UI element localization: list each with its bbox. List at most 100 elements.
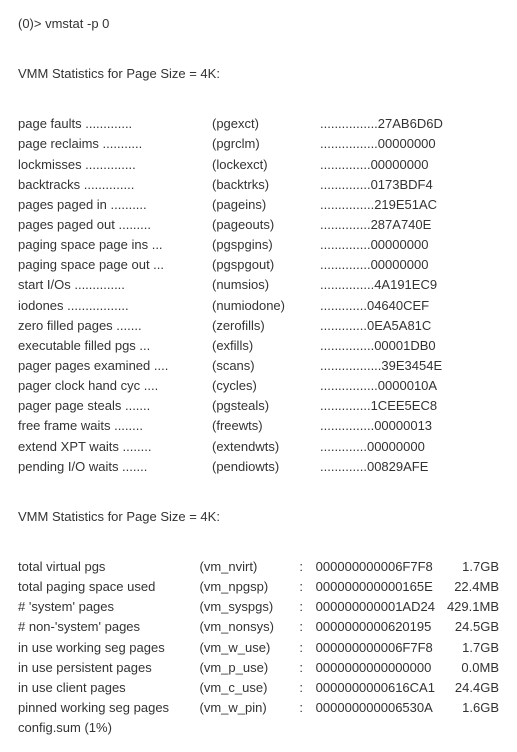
stat-shortname: (pageouts) <box>212 215 320 235</box>
stat-row: in use persistent pages(vm_p_use):000000… <box>18 658 499 678</box>
section-header-1: VMM Statistics for Page Size = 4K: <box>18 64 499 84</box>
stat-label: backtracks .............. <box>18 175 212 195</box>
stat-value: 0000010A <box>378 376 437 396</box>
stat-row: in use working seg pages(vm_w_use):00000… <box>18 638 499 658</box>
stat-value: 00001DB0 <box>374 336 435 356</box>
stat-label: total virtual pgs <box>18 557 200 577</box>
stat-row: start I/Os ..............(numsios)......… <box>18 275 499 295</box>
stat-label: in use persistent pages <box>18 658 200 678</box>
stat-shortname: (vm_p_use) <box>200 658 300 678</box>
stat-hex: 000000000006530A <box>316 698 443 718</box>
stat-shortname: (vm_syspgs) <box>200 597 300 617</box>
stat-row: paging space page ins ...(pgspgins).....… <box>18 235 499 255</box>
stat-dots: ................ <box>320 376 378 396</box>
stat-label: pages paged out ......... <box>18 215 212 235</box>
stat-row: total virtual pgs(vm_nvirt):000000000006… <box>18 557 499 577</box>
stat-colon: : <box>299 617 315 637</box>
spacer <box>18 537 499 557</box>
stat-value: 00000013 <box>374 416 432 436</box>
stat-size: 1.7GB <box>443 557 499 577</box>
stat-shortname: (vm_nonsys) <box>200 617 300 637</box>
footer-line: config.sum (1%) <box>18 718 499 738</box>
stat-size: 1.6GB <box>443 698 499 718</box>
stat-row: in use client pages(vm_c_use):0000000000… <box>18 678 499 698</box>
stat-shortname: (scans) <box>212 356 320 376</box>
stat-dots: ................. <box>320 356 381 376</box>
stat-row: iodones .................(numiodone)....… <box>18 296 499 316</box>
stat-row: pinned working seg pages(vm_w_pin):00000… <box>18 698 499 718</box>
stat-row: # non-'system' pages(vm_nonsys):00000000… <box>18 617 499 637</box>
stat-row: page faults .............(pgexct).......… <box>18 114 499 134</box>
stat-value: 0173BDF4 <box>371 175 433 195</box>
stat-row: pager page steals .......(pgsteals).....… <box>18 396 499 416</box>
stat-label: zero filled pages ....... <box>18 316 212 336</box>
stat-dots: .............. <box>320 155 371 175</box>
stat-label: page faults ............. <box>18 114 212 134</box>
stat-dots: ............. <box>320 296 367 316</box>
stat-value: 00000000 <box>371 235 429 255</box>
stat-row: pages paged out .........(pageouts).....… <box>18 215 499 235</box>
stat-row: pager pages examined ....(scans)........… <box>18 356 499 376</box>
stat-dots: .............. <box>320 235 371 255</box>
stat-size: 24.5GB <box>443 617 499 637</box>
stat-shortname: (pgrclm) <box>212 134 320 154</box>
stat-row: total paging space used(vm_npgsp):000000… <box>18 577 499 597</box>
stat-dots: .............. <box>320 255 371 275</box>
stat-value: 219E51AC <box>374 195 437 215</box>
stat-hex: 000000000006F7F8 <box>316 638 443 658</box>
stat-size: 22.4MB <box>443 577 499 597</box>
stat-label: pager pages examined .... <box>18 356 212 376</box>
stat-label: pending I/O waits ....... <box>18 457 212 477</box>
stat-shortname: (numsios) <box>212 275 320 295</box>
stat-dots: ............... <box>320 275 374 295</box>
command-prompt: (0)> vmstat -p 0 <box>18 14 499 34</box>
stat-row: pager clock hand cyc ....(cycles).......… <box>18 376 499 396</box>
stat-dots: .............. <box>320 175 371 195</box>
stat-dots: ............. <box>320 316 367 336</box>
section-header-2: VMM Statistics for Page Size = 4K: <box>18 507 499 527</box>
stat-row: executable filled pgs ...(exfills)......… <box>18 336 499 356</box>
stat-label: executable filled pgs ... <box>18 336 212 356</box>
stat-row: # 'system' pages(vm_syspgs):000000000001… <box>18 597 499 617</box>
terminal-output: (0)> vmstat -p 0 VMM Statistics for Page … <box>18 14 499 738</box>
stat-label: iodones ................. <box>18 296 212 316</box>
stat-label: start I/Os .............. <box>18 275 212 295</box>
stat-row: pending I/O waits .......(pendiowts)....… <box>18 457 499 477</box>
stat-shortname: (pgspgout) <box>212 255 320 275</box>
stat-hex: 0000000000000000 <box>316 658 443 678</box>
stat-label: total paging space used <box>18 577 200 597</box>
stat-label: in use client pages <box>18 678 200 698</box>
stat-dots: ............. <box>320 457 367 477</box>
stat-shortname: (pgexct) <box>212 114 320 134</box>
stat-dots: ................ <box>320 134 378 154</box>
stat-label: # 'system' pages <box>18 597 200 617</box>
stat-value: 04640CEF <box>367 296 429 316</box>
stat-value: 00000000 <box>371 255 429 275</box>
stat-dots: .............. <box>320 215 371 235</box>
stat-colon: : <box>299 577 315 597</box>
stat-label: paging space page ins ... <box>18 235 212 255</box>
stat-value: 00829AFE <box>367 457 428 477</box>
stat-hex: 000000000000165E <box>316 577 443 597</box>
stat-value: 0EA5A81C <box>367 316 431 336</box>
stat-row: pages paged in ..........(pageins)......… <box>18 195 499 215</box>
stat-value: 1CEE5EC8 <box>371 396 437 416</box>
stat-hex: 0000000000620195 <box>316 617 443 637</box>
stat-shortname: (extendwts) <box>212 437 320 457</box>
stat-label: lockmisses .............. <box>18 155 212 175</box>
stat-hex: 000000000006F7F8 <box>316 557 443 577</box>
spacer <box>18 477 499 497</box>
stat-colon: : <box>299 658 315 678</box>
stat-value: 00000000 <box>367 437 425 457</box>
stat-label: pager clock hand cyc .... <box>18 376 212 396</box>
stat-row: lockmisses ..............(lockexct).....… <box>18 155 499 175</box>
stat-shortname: (cycles) <box>212 376 320 396</box>
stat-value: 27AB6D6D <box>378 114 443 134</box>
stat-dots: ............. <box>320 437 367 457</box>
stat-value: 39E3454E <box>381 356 442 376</box>
stat-dots: ................ <box>320 114 378 134</box>
stat-label: paging space page out ... <box>18 255 212 275</box>
stat-label: free frame waits ........ <box>18 416 212 436</box>
stat-size: 0.0MB <box>443 658 499 678</box>
spacer <box>18 34 499 54</box>
